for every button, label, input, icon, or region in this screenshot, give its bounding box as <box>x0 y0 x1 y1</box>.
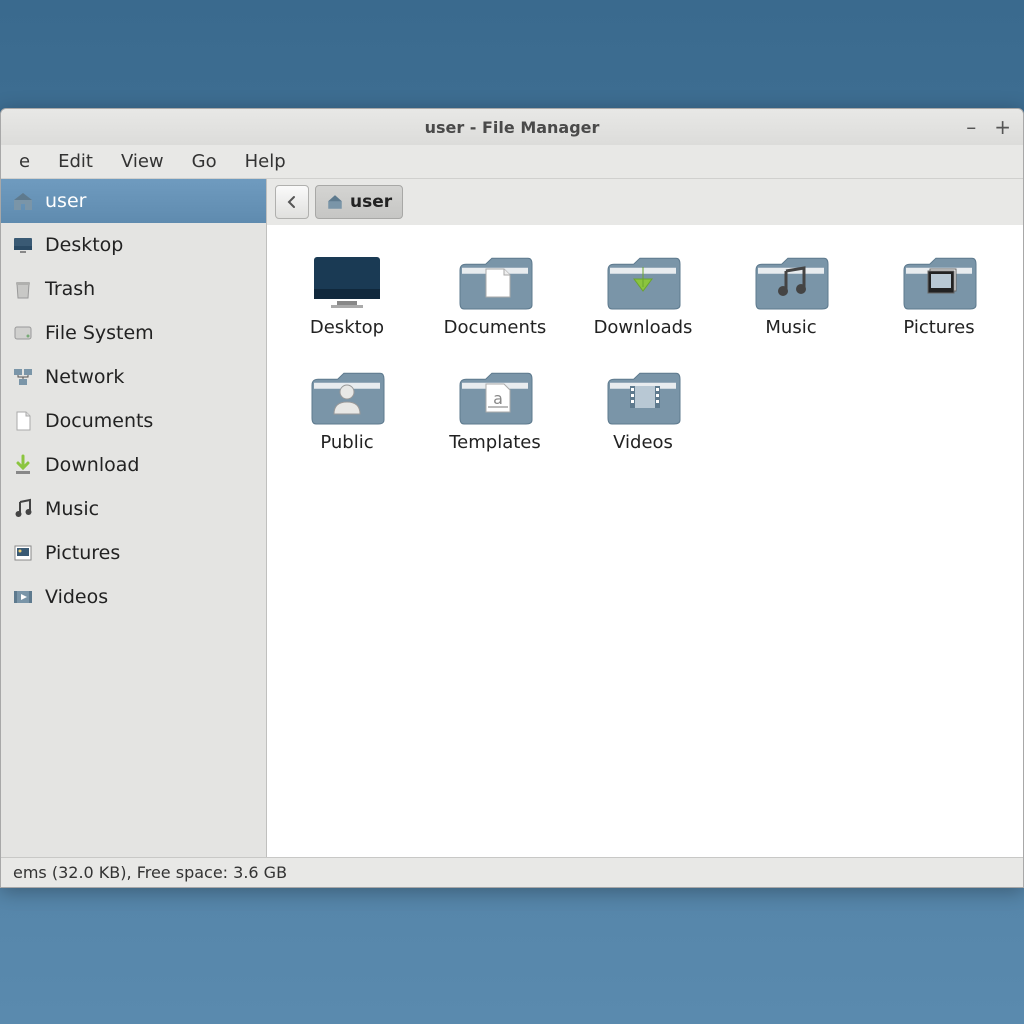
sidebar-item-desktop[interactable]: Desktop <box>1 223 266 267</box>
menu-view[interactable]: View <box>121 151 164 172</box>
videos-icon <box>11 585 35 609</box>
download-big-icon <box>604 251 682 311</box>
music-icon <box>11 497 35 521</box>
back-button[interactable] <box>275 185 309 219</box>
sidebar-item-label: Videos <box>45 586 108 608</box>
pictures-big <box>900 251 978 311</box>
svg-text:a: a <box>493 389 503 408</box>
videos-icon <box>11 585 35 609</box>
folder-videos[interactable]: Videos <box>583 366 703 453</box>
menu-edit[interactable]: Edit <box>58 151 93 172</box>
menu-help[interactable]: Help <box>245 151 286 172</box>
folder-label: Templates <box>449 432 541 453</box>
folder-downloads[interactable]: Downloads <box>583 251 703 338</box>
sidebar-item-documents[interactable]: Documents <box>1 399 266 443</box>
sidebar-item-label: Network <box>45 366 124 388</box>
trash-icon <box>11 277 35 301</box>
maximize-button[interactable]: + <box>994 115 1011 139</box>
download-icon <box>11 453 35 477</box>
document-icon <box>11 409 35 433</box>
folder-templates[interactable]: a Templates <box>435 366 555 453</box>
sidebar-item-trash[interactable]: Trash <box>1 267 266 311</box>
folder-documents[interactable]: Documents <box>435 251 555 338</box>
home-icon <box>11 189 35 213</box>
music-icon <box>11 497 35 521</box>
home-icon <box>11 189 35 213</box>
desktop-icon <box>11 233 35 257</box>
trash-icon <box>11 277 35 301</box>
public-big <box>308 366 386 426</box>
templates-big: a <box>456 366 534 426</box>
document-icon <box>11 409 35 433</box>
chevron-left-icon <box>285 195 299 209</box>
sidebar-item-network[interactable]: Network <box>1 355 266 399</box>
file-manager-window: user - File Manager – + e Edit View Go H… <box>0 108 1024 888</box>
menubar: e Edit View Go Help <box>1 145 1023 179</box>
sidebar-item-pictures[interactable]: Pictures <box>1 531 266 575</box>
sidebar-item-user[interactable]: user <box>1 179 266 223</box>
sidebar-item-label: File System <box>45 322 154 344</box>
sidebar-item-label: Download <box>45 454 139 476</box>
drive-icon <box>11 321 35 345</box>
main-view[interactable]: Desktop Documents Downloads Music Pictur… <box>267 225 1023 857</box>
folder-public[interactable]: Public <box>287 366 407 453</box>
sidebar-item-label: Music <box>45 498 99 520</box>
download-big <box>604 251 682 311</box>
sidebar-item-label: Documents <box>45 410 153 432</box>
folder-label: Downloads <box>594 317 693 338</box>
menu-file-partial[interactable]: e <box>19 151 30 172</box>
document-big-icon <box>456 251 534 311</box>
document-big <box>456 251 534 311</box>
home-icon <box>326 193 344 211</box>
network-icon <box>11 365 35 389</box>
videos-big <box>604 366 682 426</box>
folder-label: Desktop <box>310 317 384 338</box>
status-text: ems (32.0 KB), Free space: 3.6 GB <box>13 863 287 882</box>
titlebar[interactable]: user - File Manager – + <box>1 109 1023 145</box>
path-toolbar: user <box>267 179 1023 225</box>
window-controls: – + <box>966 115 1011 139</box>
sidebar[interactable]: user Desktop Trash File System Network Docume… <box>1 179 267 857</box>
drive-icon <box>11 321 35 345</box>
minimize-button[interactable]: – <box>966 115 976 139</box>
breadcrumb[interactable]: user <box>315 185 403 219</box>
sidebar-item-videos[interactable]: Videos <box>1 575 266 619</box>
folder-music[interactable]: Music <box>731 251 851 338</box>
folder-label: Pictures <box>903 317 974 338</box>
sidebar-item-file-system[interactable]: File System <box>1 311 266 355</box>
videos-big-icon <box>604 366 682 426</box>
sidebar-item-label: Desktop <box>45 234 123 256</box>
desktop-big <box>308 251 386 311</box>
status-bar: ems (32.0 KB), Free space: 3.6 GB <box>1 857 1023 887</box>
sidebar-item-label: user <box>45 190 86 212</box>
folder-label: Videos <box>613 432 673 453</box>
desktop-big-icon <box>308 251 386 311</box>
download-icon <box>11 453 35 477</box>
pictures-icon <box>11 541 35 565</box>
sidebar-item-label: Trash <box>45 278 95 300</box>
folder-label: Documents <box>444 317 547 338</box>
templates-big-icon: a <box>456 366 534 426</box>
workspace: user Desktop Trash File System Network Docume… <box>1 179 1023 857</box>
window-title: user - File Manager <box>425 118 600 137</box>
network-icon <box>11 365 35 389</box>
folder-pictures[interactable]: Pictures <box>879 251 999 338</box>
music-big-icon <box>752 251 830 311</box>
folder-label: Music <box>765 317 816 338</box>
sidebar-item-label: Pictures <box>45 542 120 564</box>
breadcrumb-label: user <box>350 192 392 212</box>
music-big <box>752 251 830 311</box>
public-big-icon <box>308 366 386 426</box>
desktop-icon <box>11 233 35 257</box>
sidebar-item-download[interactable]: Download <box>1 443 266 487</box>
pictures-big-icon <box>900 251 978 311</box>
folder-label: Public <box>320 432 373 453</box>
sidebar-item-music[interactable]: Music <box>1 487 266 531</box>
menu-go[interactable]: Go <box>192 151 217 172</box>
pictures-icon <box>11 541 35 565</box>
folder-desktop[interactable]: Desktop <box>287 251 407 338</box>
